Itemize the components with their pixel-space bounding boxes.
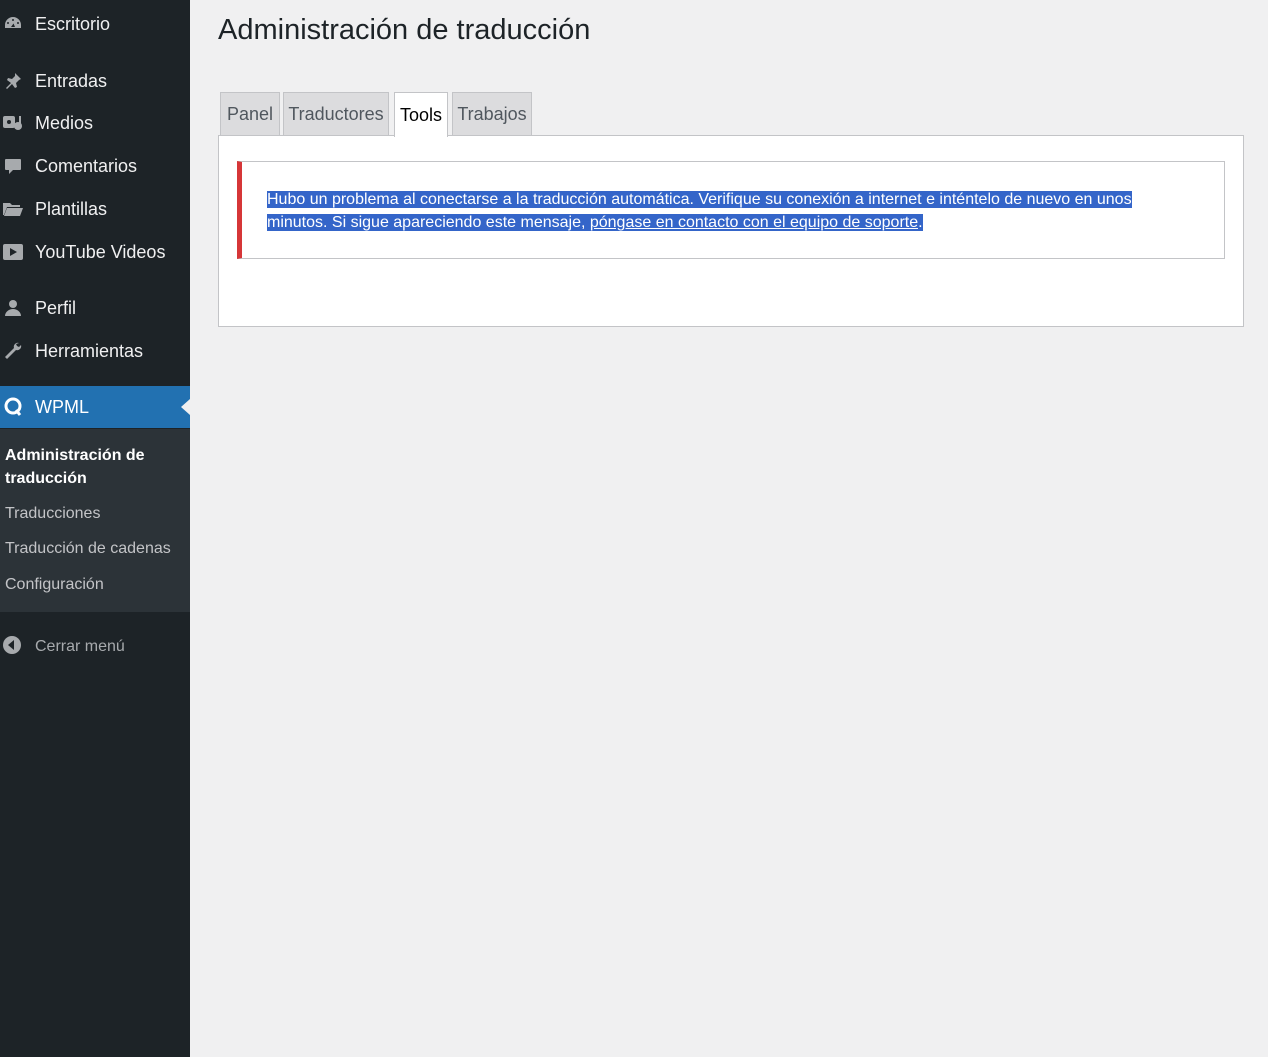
menu-label: Medios [35, 112, 94, 133]
menu-item-comentarios[interactable]: Comentarios [0, 145, 190, 187]
tab-trabajos[interactable]: Trabajos [452, 92, 532, 136]
page-title: Administración de traducción [218, 14, 591, 46]
submenu-item-configuracion[interactable]: Configuración [5, 573, 104, 596]
folder-icon [2, 198, 24, 220]
tab-panel[interactable]: Panel [220, 92, 280, 136]
comment-icon [2, 155, 24, 177]
menu-item-medios[interactable]: Medios [0, 102, 190, 144]
menu-label: Herramientas [35, 340, 144, 361]
user-icon [2, 297, 24, 319]
tab-traductores[interactable]: Traductores [283, 92, 389, 136]
tab-tools[interactable]: Tools [394, 92, 448, 137]
menu-label: Escritorio [35, 13, 111, 34]
wpml-submenu: Administración de traducción Traduccione… [0, 429, 190, 612]
collapse-arrow-icon [2, 635, 22, 660]
menu-item-wpml[interactable]: WPML [0, 386, 190, 428]
pushpin-icon [2, 70, 24, 92]
menu-item-escritorio[interactable]: Escritorio [0, 3, 190, 45]
notice-text-line2: minutos. Si sigue apareciendo este mensa… [267, 214, 590, 231]
menu-item-youtube-videos[interactable]: YouTube Videos [0, 231, 190, 273]
submenu-item-administracion[interactable]: Administración de traducción [5, 444, 180, 490]
menu-label: WPML [35, 396, 89, 417]
menu-item-perfil[interactable]: Perfil [0, 287, 190, 329]
collapse-label: Cerrar menú [35, 638, 125, 655]
video-icon [2, 241, 24, 263]
submenu-item-traducciones[interactable]: Traducciones [5, 502, 100, 525]
collapse-menu-button[interactable]: Cerrar menú [0, 632, 190, 662]
menu-item-herramientas[interactable]: Herramientas [0, 330, 190, 372]
tools-panel: Hubo un problema al conectarse a la trad… [218, 135, 1244, 327]
menu-label: YouTube Videos [35, 241, 166, 262]
contact-support-link[interactable]: póngase en contacto con el equipo de sop… [589, 214, 919, 231]
wpml-icon [2, 396, 24, 418]
menu-label: Plantillas [35, 198, 108, 219]
admin-sidebar: Escritorio Entradas Medios Comentarios P… [0, 0, 190, 1057]
menu-item-plantillas[interactable]: Plantillas [0, 188, 190, 230]
wrench-icon [2, 340, 24, 362]
error-notice: Hubo un problema al conectarse a la trad… [237, 161, 1225, 259]
notice-text-line1: Hubo un problema al conectarse a la trad… [267, 191, 1132, 208]
media-icon [2, 112, 24, 134]
notice-message: Hubo un problema al conectarse a la trad… [267, 188, 1167, 234]
menu-label: Entradas [35, 70, 108, 91]
menu-label: Comentarios [35, 155, 138, 176]
notice-text-end: . [918, 214, 923, 231]
menu-label: Perfil [35, 297, 77, 318]
submenu-item-traduccion-cadenas[interactable]: Traducción de cadenas [5, 537, 171, 560]
dashboard-icon [2, 13, 24, 35]
menu-item-entradas[interactable]: Entradas [0, 60, 190, 102]
active-arrow-indicator [181, 399, 190, 415]
